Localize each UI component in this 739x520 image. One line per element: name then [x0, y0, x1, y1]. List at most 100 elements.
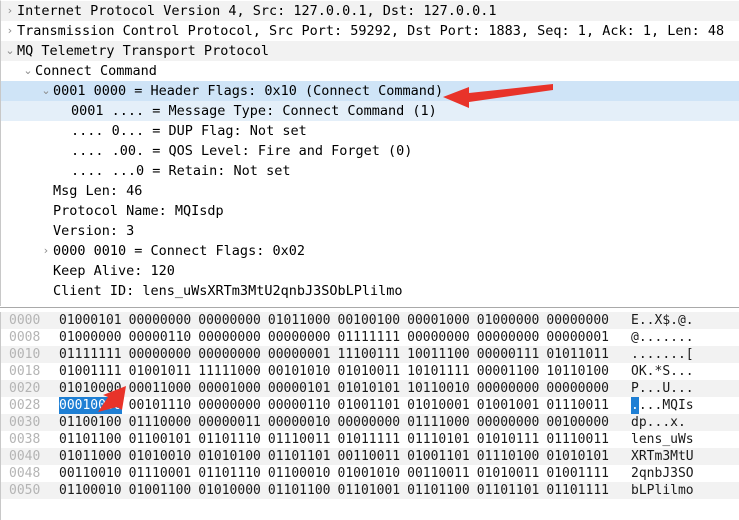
hex-ascii-char[interactable]: @ — [678, 312, 686, 329]
hex-ascii-char[interactable]: . — [686, 312, 694, 329]
hex-ascii-char[interactable]: U — [686, 448, 694, 465]
chevron-right-icon[interactable]: › — [39, 241, 53, 261]
hex-byte[interactable]: 01110011 — [546, 431, 609, 448]
hex-dump-row[interactable]: 0040 01011000 01010010 01010100 01101101 0011… — [1, 448, 739, 465]
hex-ascii-group[interactable]: bLPlilmo — [631, 482, 694, 499]
hex-bytes-group[interactable]: 01001111 01001011 11111000 00101010 01010011… — [59, 363, 609, 380]
hex-ascii-char[interactable]: . — [631, 397, 639, 414]
hex-byte[interactable]: 00001100 — [477, 363, 540, 380]
hex-ascii-char[interactable]: X — [631, 448, 639, 465]
hex-ascii-char[interactable]: [ — [686, 346, 694, 363]
hex-byte[interactable]: 01111000 — [407, 414, 470, 431]
hex-dump-row[interactable]: 0050 01100010 01001100 01010000 01101100 0110… — [1, 482, 739, 499]
hex-byte[interactable]: 00000000 — [198, 346, 261, 363]
hex-byte[interactable]: 01111111 — [59, 346, 122, 363]
hex-byte[interactable]: 01100010 — [268, 465, 331, 482]
hex-ascii-char[interactable]: . — [678, 414, 686, 431]
hex-byte[interactable]: 01001010 — [338, 465, 401, 482]
hex-ascii-group[interactable]: 2qnbJ3SO — [631, 465, 694, 482]
hex-ascii-group[interactable]: P...U... — [631, 380, 694, 397]
hex-ascii-char[interactable]: U — [662, 380, 670, 397]
hex-ascii-group[interactable]: .......[ — [631, 346, 694, 363]
hex-byte[interactable]: 00000000 — [546, 312, 609, 329]
hex-byte[interactable]: 00101110 — [129, 397, 192, 414]
hex-ascii-char[interactable]: M — [670, 448, 678, 465]
hex-ascii-char[interactable]: n — [647, 431, 655, 448]
hex-ascii-char[interactable]: 3 — [662, 448, 670, 465]
hex-ascii-char[interactable]: u — [670, 431, 678, 448]
hex-byte[interactable]: 00100100 — [338, 312, 401, 329]
hex-ascii-char[interactable]: S — [662, 363, 670, 380]
hex-ascii-group[interactable]: XRTm3MtU — [631, 448, 694, 465]
hex-byte[interactable]: 00000001 — [546, 329, 609, 346]
hex-byte[interactable]: 01110101 — [407, 431, 470, 448]
hex-byte[interactable]: 00000000 — [198, 397, 261, 414]
hex-bytes-group[interactable]: 01010000 00011000 00001000 00000101 01010101… — [59, 380, 609, 397]
hex-ascii-char[interactable]: I — [678, 397, 686, 414]
hex-ascii-group[interactable]: lens_uWs — [631, 431, 694, 448]
hex-bytes-group[interactable]: 01100010 01001100 01010000 01101100 01101001… — [59, 482, 609, 499]
hex-ascii-char[interactable]: . — [686, 363, 694, 380]
hex-ascii-char[interactable]: m — [654, 448, 662, 465]
hex-ascii-char[interactable]: 2 — [631, 465, 639, 482]
hex-byte[interactable]: 00000001 — [268, 346, 331, 363]
hex-byte[interactable]: 00000110 — [268, 397, 331, 414]
hex-ascii-char[interactable]: . — [662, 346, 670, 363]
hex-byte[interactable]: 01001111 — [59, 363, 122, 380]
hex-ascii-char[interactable]: L — [639, 482, 647, 499]
chevron-right-icon[interactable]: › — [3, 21, 17, 41]
hex-byte[interactable]: 10011100 — [407, 346, 470, 363]
hex-ascii-char[interactable]: . — [639, 346, 647, 363]
hex-ascii-char[interactable]: . — [647, 380, 655, 397]
hex-ascii-char[interactable]: . — [639, 329, 647, 346]
hex-dump-row[interactable]: 0020 01010000 00011000 00001000 00000101 0101… — [1, 380, 739, 397]
hex-ascii-char[interactable]: S — [678, 465, 686, 482]
hex-ascii-char[interactable]: b — [654, 465, 662, 482]
hex-ascii-char[interactable]: W — [678, 431, 686, 448]
hex-ascii-char[interactable]: . — [639, 380, 647, 397]
hex-ascii-char[interactable]: s — [686, 431, 694, 448]
hex-ascii-char[interactable]: s — [654, 431, 662, 448]
hex-dump-row[interactable]: 0028 00010000 00101110 00000000 00000110 0100… — [1, 397, 739, 414]
chevron-right-icon[interactable]: › — [3, 1, 17, 21]
packet-tree-row[interactable]: .... 0... = DUP Flag: Not set — [1, 121, 739, 141]
hex-byte[interactable]: 01101100 — [268, 482, 331, 499]
hex-byte[interactable]: 01010101 — [546, 448, 609, 465]
packet-tree-row[interactable]: ⌄ Connect Command — [1, 61, 739, 81]
hex-byte[interactable]: 00000000 — [198, 329, 261, 346]
hex-ascii-char[interactable]: . — [686, 380, 694, 397]
hex-byte[interactable]: 01101110 — [198, 465, 261, 482]
hex-ascii-char[interactable]: J — [662, 465, 670, 482]
hex-byte[interactable]: 01001101 — [407, 448, 470, 465]
packet-tree-row[interactable]: .... ...0 = Retain: Not set — [1, 161, 739, 181]
hex-byte[interactable]: 00000000 — [546, 380, 609, 397]
hex-ascii-char[interactable]: x — [670, 414, 678, 431]
hex-byte[interactable]: 00000000 — [198, 312, 261, 329]
hex-byte[interactable]: 01101110 — [198, 431, 261, 448]
hex-byte[interactable]: 00101010 — [268, 363, 331, 380]
hex-byte[interactable]: 01001100 — [129, 482, 192, 499]
hex-ascii-char[interactable]: . — [662, 329, 670, 346]
hex-byte[interactable]: 00000000 — [477, 380, 540, 397]
hex-byte[interactable]: 01010111 — [477, 431, 540, 448]
hex-ascii-char[interactable]: l — [670, 482, 678, 499]
hex-ascii-char[interactable]: . — [647, 414, 655, 431]
hex-ascii-char[interactable]: . — [670, 329, 678, 346]
packet-tree-row[interactable]: › Transmission Control Protocol, Src Port… — [1, 21, 739, 41]
hex-ascii-group[interactable]: ....MQIs — [631, 397, 694, 414]
packet-tree-row[interactable]: Msg Len: 46 — [1, 181, 739, 201]
hex-ascii-char[interactable]: . — [654, 346, 662, 363]
hex-byte[interactable]: 00000000 — [407, 329, 470, 346]
hex-byte[interactable]: 00110010 — [59, 465, 122, 482]
hex-ascii-char[interactable]: . — [670, 312, 678, 329]
hex-bytes-group[interactable]: 01111111 00000000 00000000 00000001 11100111… — [59, 346, 609, 363]
hex-ascii-char[interactable]: K — [639, 363, 647, 380]
hex-ascii-group[interactable]: OK.*S... — [631, 363, 694, 380]
hex-dump-row[interactable]: 0018 01001111 01001011 11111000 00101010 0101… — [1, 363, 739, 380]
hex-ascii-char[interactable]: R — [639, 448, 647, 465]
hex-byte[interactable]: 01100100 — [59, 414, 122, 431]
hex-ascii-char[interactable]: @ — [631, 329, 639, 346]
hex-dump-row[interactable]: 0000 01000101 00000000 00000000 01011000 0010… — [1, 312, 739, 329]
hex-ascii-char[interactable]: d — [631, 414, 639, 431]
hex-ascii-char[interactable]: . — [678, 346, 686, 363]
